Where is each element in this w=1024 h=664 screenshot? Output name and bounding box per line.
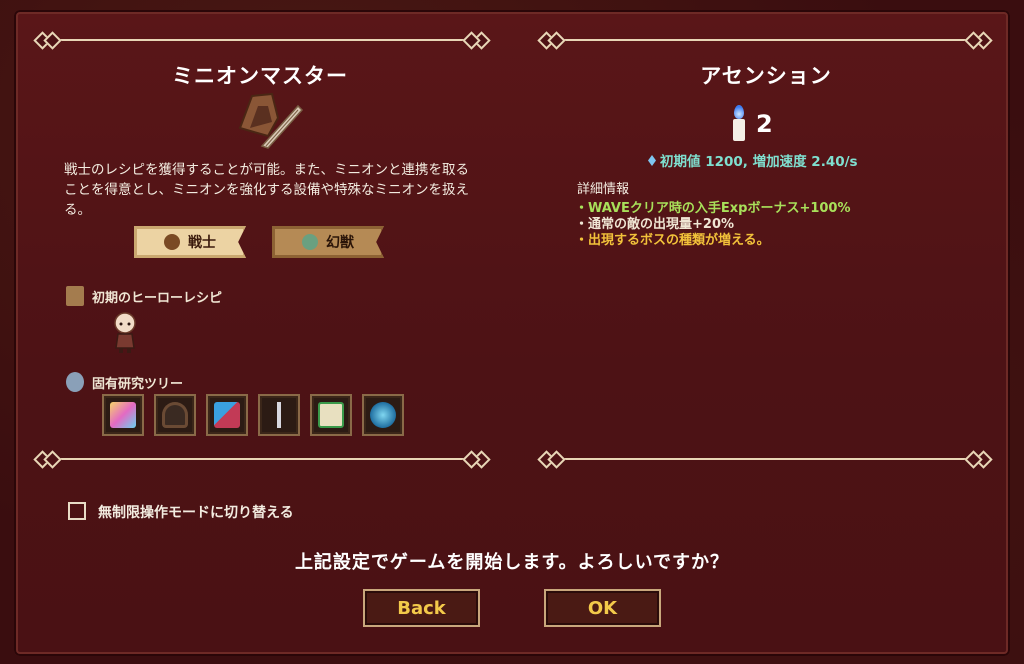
candle-icon [733, 105, 745, 141]
beast-icon [302, 234, 318, 250]
tab-warrior-label: 戦士 [188, 235, 216, 251]
divider-bottom-left [33, 450, 491, 469]
research-item-radar[interactable] [362, 394, 404, 436]
class-description: 戦士のレシピを獲得することが可能。また、ミニオンと連携を取ることを得意とし、ミニ… [64, 162, 469, 218]
tab-phantom-beast[interactable]: 幻獣 [272, 226, 384, 258]
back-button[interactable]: Back [363, 589, 480, 627]
research-item-sword[interactable] [258, 394, 300, 436]
ascension-level: 2 [756, 110, 773, 138]
class-title: ミニオンマスター [172, 64, 348, 88]
unlimited-mode-checkbox[interactable] [68, 502, 86, 520]
tab-warrior[interactable]: 戦士 [134, 226, 246, 258]
recipe-book-icon [66, 286, 84, 306]
crystal-icon [648, 155, 656, 166]
ascension-title: アセンション [700, 64, 832, 88]
research-item-rainbow-scroll[interactable] [102, 394, 144, 436]
detail-boss-types: ・出現するボスの種類が増える。 [575, 233, 770, 248]
ok-button[interactable]: OK [544, 589, 661, 627]
divider-top-right [537, 31, 993, 50]
hero-recipe-header: 初期のヒーローレシピ [66, 286, 222, 306]
divider-top-left [33, 31, 491, 50]
research-tree-icon [66, 372, 84, 392]
details-label: 詳細情報 [577, 182, 630, 197]
research-tree-header: 固有研究ツリー [66, 372, 183, 392]
confirm-message: 上記設定でゲームを開始します。よろしいですか？ [294, 552, 730, 573]
divider-bottom-right [537, 450, 993, 469]
hero-recipe-label: 初期のヒーローレシピ [92, 290, 223, 306]
tab-phantom-beast-label: 幻獣 [326, 235, 354, 251]
ascension-initial-value: 初期値 1200, 増加速度 2.40/s [648, 150, 858, 170]
research-tree-label: 固有研究ツリー [92, 376, 184, 392]
research-item-crafting-items[interactable] [206, 394, 248, 436]
warrior-icon [164, 234, 180, 250]
quill-hood-icon [238, 92, 304, 149]
research-item-magic-circle[interactable] [310, 394, 352, 436]
hero-character-icon [114, 312, 136, 353]
research-item-hooded-minion[interactable] [154, 394, 196, 436]
unlimited-mode-label[interactable]: 無制限操作モードに切り替える [98, 502, 294, 522]
